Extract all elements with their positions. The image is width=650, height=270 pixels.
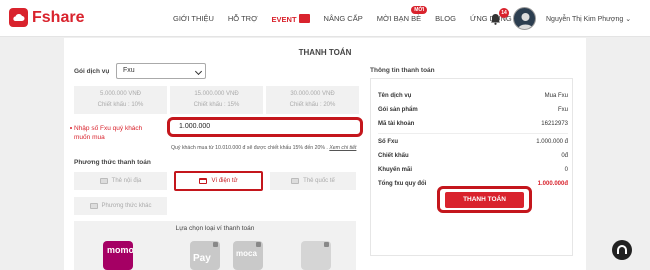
summary-key: Số Fxu: [378, 139, 399, 145]
wallet-name: Pay: [193, 253, 211, 264]
payment-card: THANH TOÁN Gói dịch vụ Fxu 5.000.000 VNĐ…: [64, 38, 586, 270]
package-discount: Chiết khấu : 15%: [193, 102, 240, 108]
see-details-link[interactable]: Xem chi tiết: [329, 145, 356, 151]
package-option[interactable]: 15.000.000 VNĐ Chiết khấu : 15%: [170, 86, 263, 114]
top-header: Fshare GIỚI THIỆU HỖ TRỢ EVENT NÂNG CẤP …: [0, 0, 650, 37]
wallet-icon: [199, 178, 208, 184]
service-label: Gói dịch vụ: [74, 68, 110, 75]
package-option[interactable]: 5.000.000 VNĐ Chiết khấu : 10%: [74, 86, 167, 114]
custom-amount-note-text: Nhập số Fxu quý khách muốn mua: [74, 125, 143, 141]
method-label: Phương thức thanh toán: [74, 159, 151, 166]
summary-value: 0: [564, 167, 568, 173]
discount-hint: Quý khách mua từ 10.010.000 đ sẽ được ch…: [171, 145, 356, 151]
amount-input[interactable]: 1.000.000: [179, 123, 210, 130]
method-intl-card[interactable]: Thẻ quốc tế: [270, 172, 356, 190]
summary-value: 1.000.000 đ: [536, 139, 568, 145]
lock-icon: [256, 242, 261, 247]
summary-key: Chiết khấu: [378, 153, 409, 159]
payment-summary: Tên dịch vụ Mua Fxu Gói sản phẩm Fxu Mã tà…: [370, 78, 573, 256]
nav-event-label: EVENT: [271, 15, 297, 24]
new-badge: MỚI: [411, 6, 428, 14]
summary-total-value: 1.000.000đ: [537, 181, 568, 187]
chevron-down-icon: ⌄: [625, 16, 632, 23]
wallet-name: moca: [236, 249, 257, 258]
notification-count: 14: [499, 8, 509, 18]
package-option[interactable]: 30.000.000 VNĐ Chiết khấu : 20%: [266, 86, 359, 114]
momo-wallet[interactable]: momo: [103, 241, 133, 270]
gift-icon: [298, 14, 310, 23]
custom-amount-note: Nhập số Fxu quý khách muốn mua: [70, 124, 154, 142]
box-icon: [89, 203, 98, 209]
card-icon: [291, 178, 300, 184]
nav-support[interactable]: HỖ TRỢ: [228, 14, 258, 24]
divider: [378, 133, 568, 134]
summary-key: Gói sản phẩm: [378, 107, 418, 113]
summary-value: Fxu: [557, 107, 568, 113]
method-label-text: Phương thức khác: [101, 203, 152, 209]
method-label-text: Ví điện tử: [211, 178, 238, 184]
method-e-wallet[interactable]: Ví điện tử: [174, 171, 263, 191]
package-discount: Chiết khấu : 10%: [97, 102, 144, 108]
amount-input-highlight: 1.000.000: [167, 117, 363, 137]
summary-row: Chiết khấu 0đ: [378, 153, 568, 159]
summary-value: Mua Fxu: [544, 93, 568, 99]
summary-key: Mã tài khoản: [378, 121, 415, 127]
shopeepay-wallet[interactable]: Pay: [190, 241, 220, 270]
lock-icon: [213, 242, 218, 247]
summary-key: Tổng fxu quy đổi: [378, 181, 427, 187]
summary-key: Khuyến mãi: [378, 167, 413, 173]
summary-value: 16212973: [541, 121, 568, 127]
method-label-text: Thẻ nội địa: [111, 178, 142, 184]
logo-text: Fshare: [32, 8, 85, 26]
wallet-name: momo: [107, 245, 133, 255]
pay-button[interactable]: THANH TOÁN: [445, 192, 524, 208]
summary-key: Tên dịch vụ: [378, 93, 412, 99]
summary-row: Khuyến mãi 0: [378, 167, 568, 173]
package-discount: Chiết khấu : 20%: [289, 102, 336, 108]
summary-row: Số Fxu 1.000.000 đ: [378, 139, 568, 145]
card-icon: [99, 178, 108, 184]
method-other[interactable]: Phương thức khác: [74, 197, 167, 215]
username-menu[interactable]: Nguyễn Thị Kim Phượng ⌄: [546, 15, 631, 23]
nav-upgrade[interactable]: NÂNG CẤP: [324, 14, 363, 24]
page-title: THANH TOÁN: [298, 48, 352, 57]
summary-title: Thông tin thanh toán: [370, 67, 435, 74]
bullet-icon: [70, 127, 72, 129]
moca-wallet[interactable]: moca: [233, 241, 263, 270]
summary-row: Tên dịch vụ Mua Fxu: [378, 93, 568, 99]
nav-about[interactable]: GIỚI THIỆU: [173, 14, 214, 24]
package-amount: 5.000.000 VNĐ: [99, 91, 142, 97]
fshare-logo[interactable]: Fshare: [9, 8, 84, 27]
wallet-panel-title: Lựa chọn loại ví thanh toán: [175, 225, 255, 232]
nav-invite-label: MỜI BẠN BÈ: [376, 14, 422, 23]
summary-row: Mã tài khoản 16212973: [378, 121, 568, 127]
package-amount: 30.000.000 VNĐ: [290, 91, 335, 97]
package-amount: 15.000.000 VNĐ: [194, 91, 239, 97]
wallet-panel: Lựa chọn loại ví thanh toán momo Pay moc…: [74, 221, 356, 270]
lock-icon: [324, 242, 329, 247]
pay-button-highlight: THANH TOÁN: [437, 186, 532, 213]
main-nav: GIỚI THIỆU HỖ TRỢ EVENT NÂNG CẤP MỜI BẠN…: [173, 6, 526, 24]
method-domestic-card[interactable]: Thẻ nội địa: [74, 172, 167, 190]
service-select-value: Fxu: [123, 67, 135, 74]
summary-value: 0đ: [561, 153, 568, 159]
cloud-icon: [9, 8, 28, 27]
nav-blog[interactable]: BLOG: [435, 14, 456, 24]
avatar[interactable]: [513, 7, 536, 30]
username: Nguyễn Thị Kim Phượng: [546, 16, 624, 23]
nav-invite[interactable]: MỜI BẠN BÈ MỚI: [376, 6, 428, 24]
nav-event[interactable]: EVENT: [272, 14, 310, 24]
method-label-text: Thẻ quốc tế: [303, 178, 335, 184]
vnpt-wallet[interactable]: [301, 241, 331, 270]
support-chat-button[interactable]: [612, 240, 632, 260]
headset-icon: [617, 245, 627, 254]
service-select[interactable]: Fxu: [116, 63, 206, 79]
summary-row: Gói sản phẩm Fxu: [378, 107, 568, 113]
chevron-down-icon: [194, 67, 203, 76]
discount-hint-text: Quý khách mua từ 10.010.000 đ sẽ được ch…: [171, 145, 328, 151]
